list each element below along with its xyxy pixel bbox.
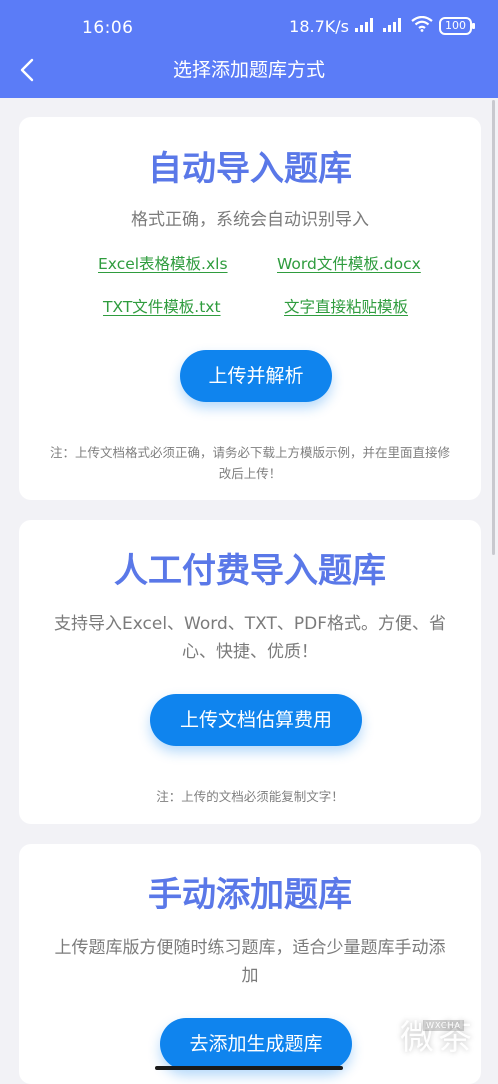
status-indicators: 18.7K/s 100	[289, 15, 475, 36]
word-template-link[interactable]: Word文件模板.docx	[277, 252, 421, 274]
upload-estimate-button[interactable]: 上传文档估算费用	[150, 694, 362, 746]
auto-import-card: 自动导入题库 格式正确，系统会自动识别导入 Excel表格模板.xls Word…	[19, 117, 481, 500]
signal-icon	[383, 17, 405, 36]
watermark-logo: 微茶	[400, 1018, 476, 1058]
manual-add-title: 手动添加题库	[148, 875, 352, 915]
top-bar: 16:06 18.7K/s 100 选择添加题库方式	[0, 0, 498, 98]
excel-template-link[interactable]: Excel表格模板.xls	[98, 252, 228, 274]
status-bar: 16:06 18.7K/s 100	[0, 0, 498, 56]
auto-import-description: 格式正确，系统会自动识别导入	[131, 210, 369, 230]
battery-icon: 100	[439, 17, 475, 35]
scrollbar[interactable]	[492, 100, 495, 555]
signal-icon	[355, 17, 377, 36]
status-time: 16:06	[82, 18, 134, 38]
upload-parse-button[interactable]: 上传并解析	[180, 350, 332, 402]
wifi-icon	[411, 15, 433, 36]
paid-import-description: 支持导入Excel、Word、TXT、PDF格式。方便、省心、快捷、优质！	[54, 614, 446, 662]
manual-add-description: 上传题库版方便随时练习题库，适合少量题库手动添加	[54, 938, 446, 986]
txt-template-link[interactable]: TXT文件模板.txt	[103, 295, 221, 317]
auto-import-title: 自动导入题库	[148, 149, 352, 189]
network-speed: 18.7K/s	[289, 16, 349, 36]
page-title: 选择添加题库方式	[172, 59, 325, 81]
go-add-button[interactable]: 去添加生成题库	[160, 1018, 352, 1070]
paste-template-link[interactable]: 文字直接粘贴模板	[284, 295, 408, 317]
paid-import-card: 人工付费导入题库 支持导入Excel、Word、TXT、PDF格式。方便、省心、…	[19, 520, 481, 824]
home-indicator[interactable]	[155, 1066, 343, 1070]
paid-import-note: 注：上传的文档必须能复制文字！	[156, 789, 344, 804]
auto-import-note: 注：上传文档格式必须正确，请务必下载上方模版示例，并在里面直接修改后上传！	[49, 445, 450, 481]
paid-import-title: 人工付费导入题库	[114, 551, 386, 591]
watermark-small-label: WXCHA	[423, 1020, 464, 1031]
